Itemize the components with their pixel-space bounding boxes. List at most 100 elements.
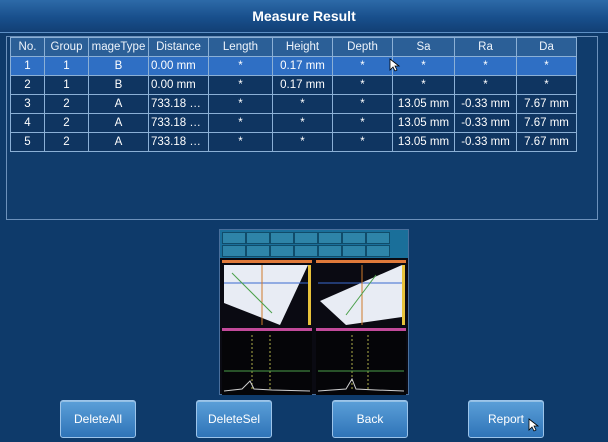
delete-all-button[interactable]: DeleteAll (60, 400, 136, 438)
thumbnail-header-cell (318, 245, 342, 257)
table-cell: * (392, 56, 455, 76)
table-cell: 733.18 … (148, 113, 209, 133)
table-cell: 13.05 mm (392, 113, 455, 133)
table-cell: -0.33 mm (454, 132, 517, 152)
table-cell: * (332, 132, 393, 152)
delete-selected-button[interactable]: DeleteSel (196, 400, 272, 438)
report-label: Report (487, 412, 525, 426)
table-cell: 7.67 mm (516, 94, 577, 114)
back-button[interactable]: Back (332, 400, 408, 438)
table-header-row: No. Group mageType Distance Length Heigh… (10, 37, 577, 57)
table-cell: 5 (10, 132, 45, 152)
sector-scan-graphic (224, 265, 311, 325)
column-header[interactable]: Group (44, 37, 89, 57)
table-cell: 2 (44, 113, 89, 133)
table-cell: * (208, 75, 273, 95)
table-cell: B (88, 56, 149, 76)
table-cell: 1 (44, 75, 89, 95)
table-cell: 1 (10, 56, 45, 76)
table-cell: * (332, 56, 393, 76)
table-cell: * (208, 113, 273, 133)
table-row[interactable]: 1 1 B 0.00 mm * 0.17 mm * * * * (10, 56, 577, 76)
sector-scan-graphic (318, 265, 405, 325)
table-cell: 3 (10, 94, 45, 114)
column-header[interactable]: Da (516, 37, 577, 57)
table-cell: 7.67 mm (516, 113, 577, 133)
table-cell: 13.05 mm (392, 94, 455, 114)
table-cell: 0.00 mm (148, 75, 209, 95)
delete-all-label: DeleteAll (73, 412, 123, 426)
back-label: Back (356, 412, 384, 426)
thumbnail-sector-scan-right (316, 260, 406, 327)
report-thumbnail (219, 229, 409, 395)
table-row[interactable]: 4 2 A 733.18 … * * * 13.05 mm -0.33 mm 7… (10, 113, 577, 133)
thumbnail-header-cell (270, 245, 294, 257)
table-cell: * (332, 113, 393, 133)
thumbnail-header-cell (222, 245, 246, 257)
table-cell: * (332, 94, 393, 114)
thumbnail-header-cell (294, 232, 318, 244)
table-cell: * (208, 56, 273, 76)
column-header[interactable]: mageType (88, 37, 149, 57)
table-cell: 0.17 mm (272, 75, 333, 95)
thumbnail-header-cell (246, 245, 270, 257)
thumbnail-a-scan-right (316, 328, 406, 395)
thumbnail-a-scan-left (222, 328, 312, 395)
delete-selected-label: DeleteSel (207, 412, 261, 426)
table-cell: 2 (44, 132, 89, 152)
table-cell: 1 (44, 56, 89, 76)
hand-pointer-icon (528, 418, 540, 432)
table-cell: * (272, 132, 333, 152)
table-cell: 0.00 mm (148, 56, 209, 76)
table-cell: * (332, 75, 393, 95)
table-cell: * (454, 56, 517, 76)
column-header[interactable]: Sa (392, 37, 455, 57)
table-cell: * (516, 75, 577, 95)
table-cell: B (88, 75, 149, 95)
thumbnail-header-cell (366, 245, 390, 257)
thumbnail-header-cell (342, 245, 366, 257)
table-row[interactable]: 3 2 A 733.18 … * * * 13.05 mm -0.33 mm 7… (10, 94, 577, 114)
table-cell: 733.18 … (148, 132, 209, 152)
mouse-pointer-icon (389, 58, 401, 72)
column-header[interactable]: Height (272, 37, 333, 57)
column-header[interactable]: Depth (332, 37, 393, 57)
table-cell: 4 (10, 113, 45, 133)
thumbnail-header-cell (342, 232, 366, 244)
table-cell: * (272, 94, 333, 114)
table-cell: * (454, 75, 517, 95)
window-title: Measure Result (252, 8, 356, 24)
table-row[interactable]: 5 2 A 733.18 … * * * 13.05 mm -0.33 mm 7… (10, 132, 577, 152)
table-cell: 2 (44, 94, 89, 114)
thumbnail-header-cell (222, 232, 246, 244)
table-cell: * (516, 56, 577, 76)
thumbnail-header-cell (294, 245, 318, 257)
table-row[interactable]: 2 1 B 0.00 mm * 0.17 mm * * * * (10, 75, 577, 95)
thumbnail-header-cell (246, 232, 270, 244)
column-header[interactable]: No. (10, 37, 45, 57)
table-cell: 13.05 mm (392, 132, 455, 152)
table-cell: -0.33 mm (454, 113, 517, 133)
window-title-bar: Measure Result (0, 0, 608, 33)
measure-result-table: No. Group mageType Distance Length Heigh… (10, 37, 577, 152)
column-header[interactable]: Distance (148, 37, 209, 57)
table-cell: * (272, 113, 333, 133)
a-scan-graphic (317, 335, 405, 392)
table-cell: A (88, 132, 149, 152)
table-cell: -0.33 mm (454, 94, 517, 114)
a-scan-graphic (223, 335, 311, 392)
table-cell: * (392, 75, 455, 95)
table-cell: 0.17 mm (272, 56, 333, 76)
column-header[interactable]: Length (208, 37, 273, 57)
thumbnail-sector-scan-left (222, 260, 312, 327)
table-cell: A (88, 94, 149, 114)
thumbnail-header-cell (366, 232, 390, 244)
table-cell: 7.67 mm (516, 132, 577, 152)
table-cell: * (208, 94, 273, 114)
table-cell: 733.18 … (148, 94, 209, 114)
thumbnail-header-cell (318, 232, 342, 244)
table-cell: * (208, 132, 273, 152)
column-header[interactable]: Ra (454, 37, 517, 57)
table-cell: 2 (10, 75, 45, 95)
measure-result-table-panel: No. Group mageType Distance Length Heigh… (6, 36, 598, 220)
